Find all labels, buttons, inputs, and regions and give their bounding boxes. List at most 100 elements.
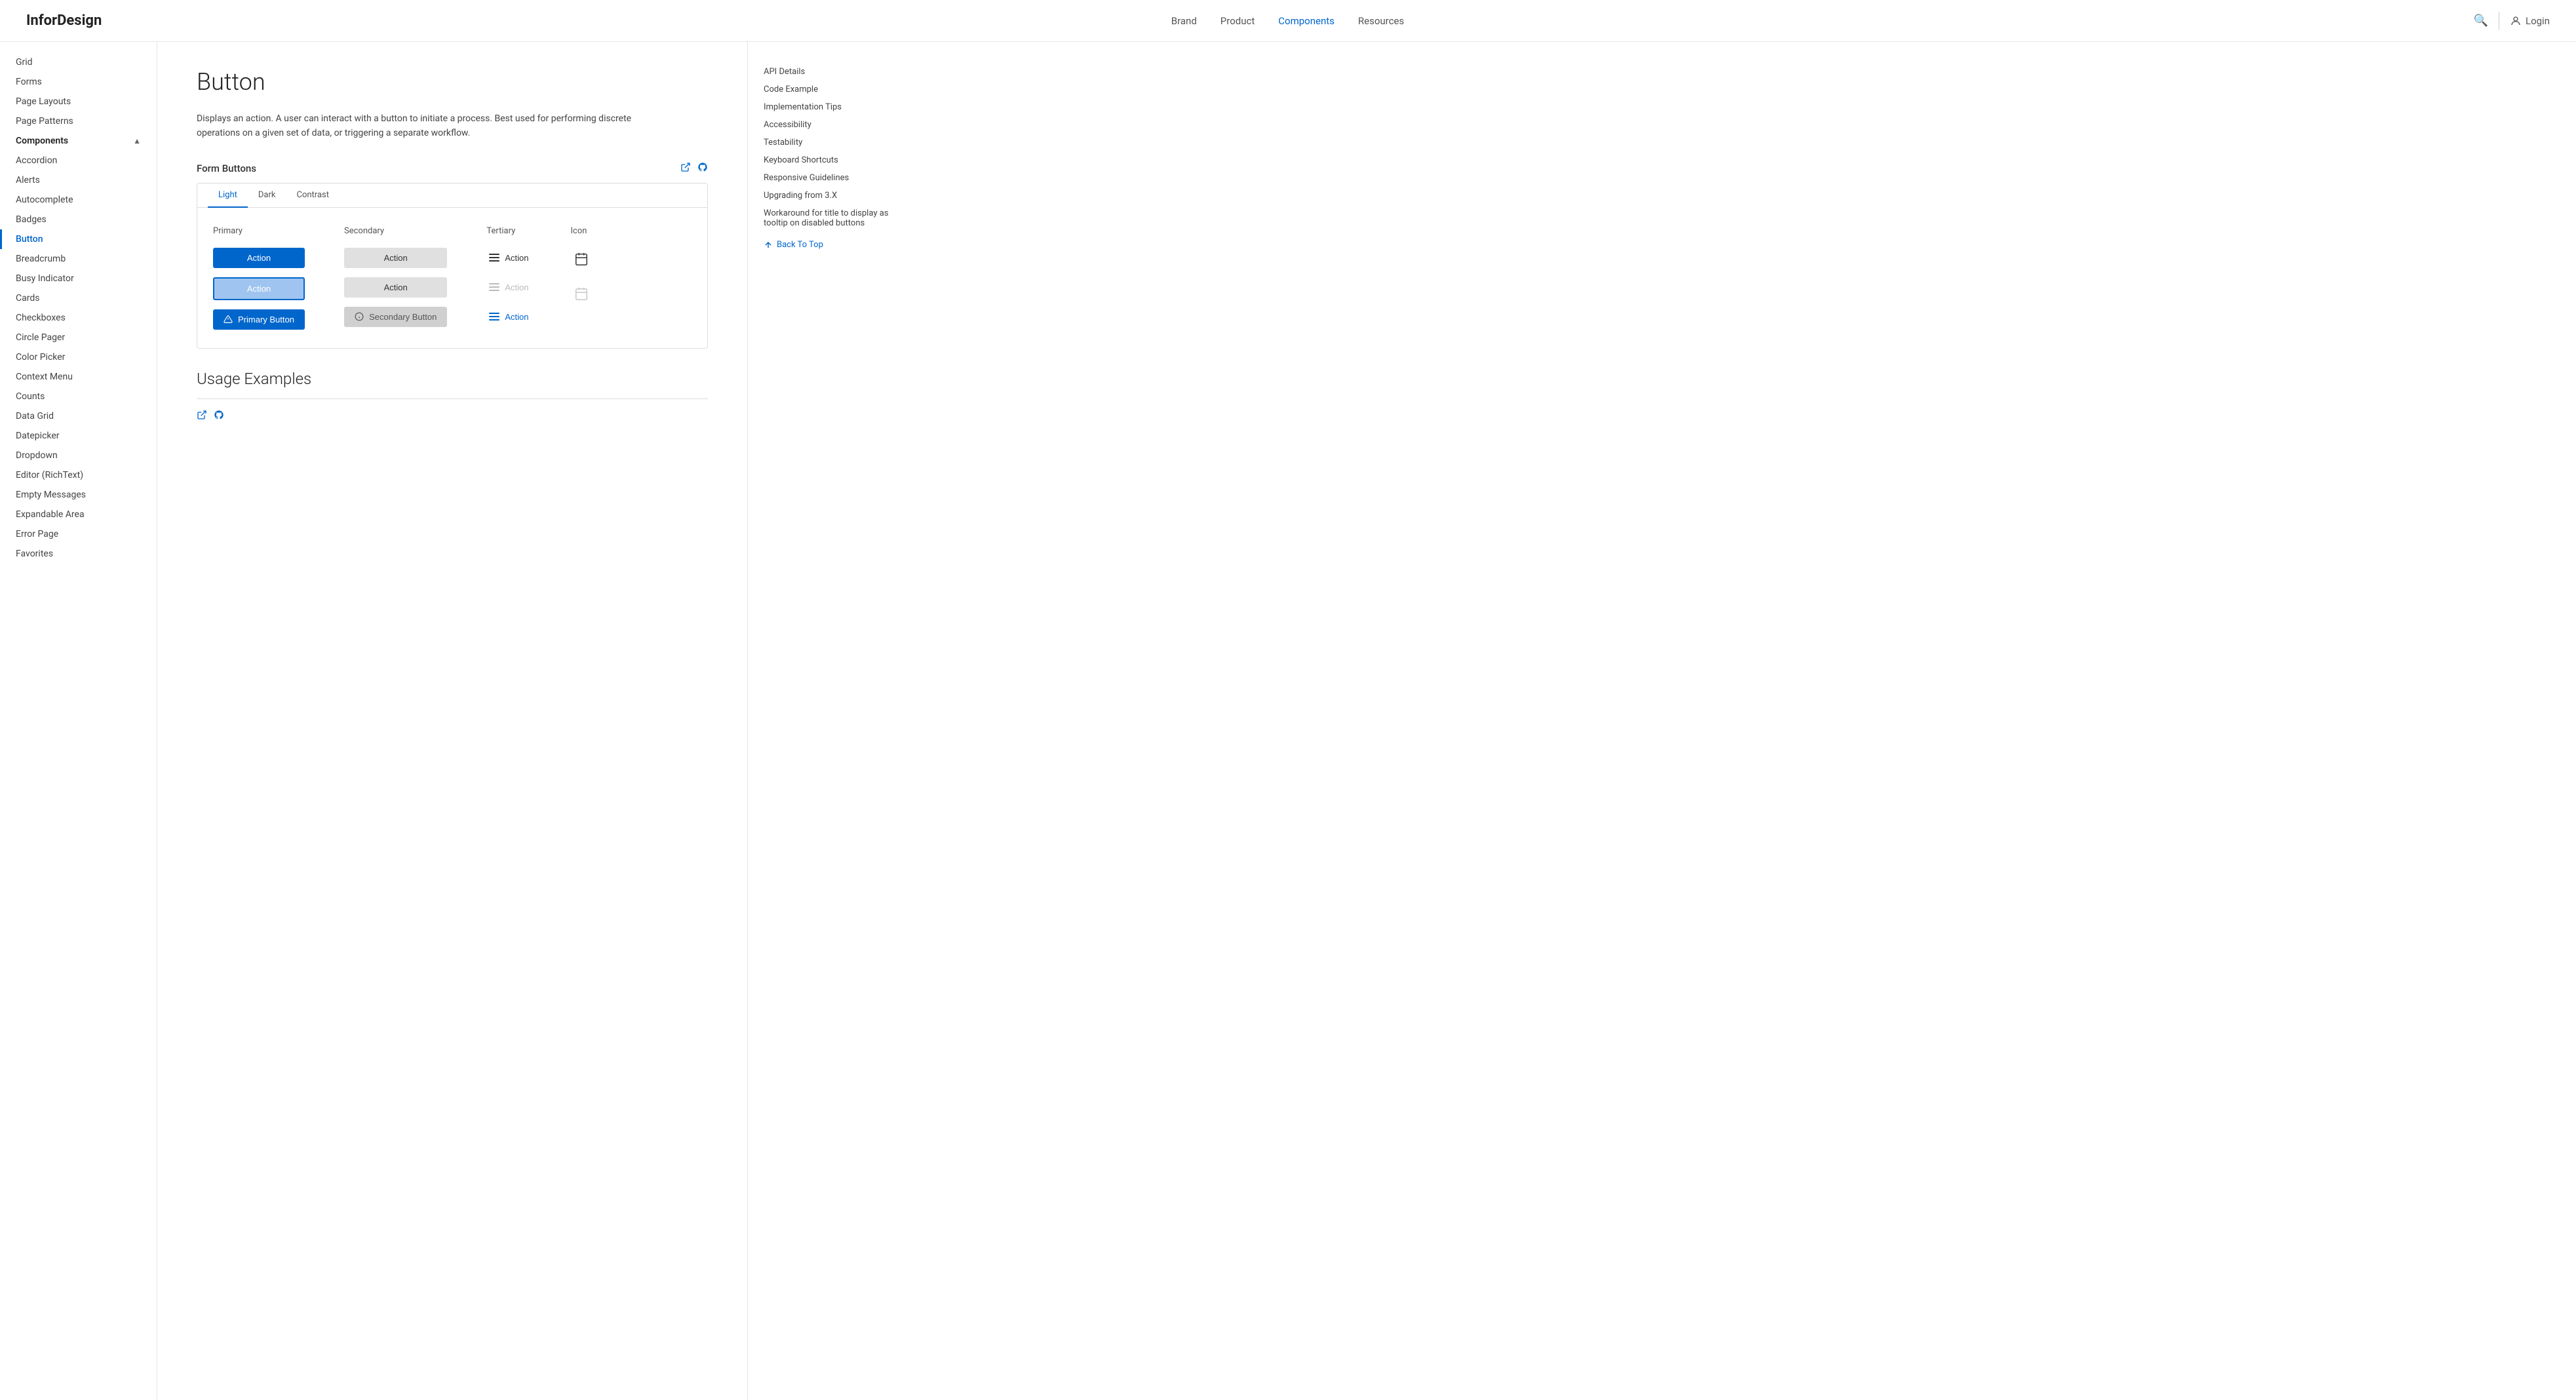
toc-workaround[interactable]: Workaround for title to display as toolt… [764,204,902,232]
tab-dark[interactable]: Dark [248,184,286,208]
sidebar-item-alerts[interactable]: Alerts [0,170,157,190]
hamburger-icon [489,254,499,262]
theme-tabs: Light Dark Contrast [197,184,707,208]
sidebar-item-expandable-area[interactable]: Expandable Area [0,505,157,524]
sidebar-item-error-page[interactable]: Error Page [0,524,157,544]
arrow-up-icon [764,241,773,250]
sidebar-item-cards[interactable]: Cards [0,288,157,308]
usage-external-link-icon[interactable] [197,410,207,423]
nav-product[interactable]: Product [1220,15,1255,27]
sidebar-item-busy-indicator[interactable]: Busy Indicator [0,269,157,288]
toc-implementation-tips[interactable]: Implementation Tips [764,98,902,116]
secondary-action-button-2[interactable]: Action [344,277,447,298]
primary-label: Primary [213,226,305,236]
calendar-icon [574,252,589,266]
secondary-icon-label: Secondary Button [369,312,437,322]
primary-action-button[interactable]: Action [213,248,305,268]
sidebar-item-grid[interactable]: Grid [0,52,157,72]
back-to-top-label: Back To Top [777,240,823,250]
sidebar-section-components[interactable]: Components ▲ [0,131,157,151]
login-label: Login [2526,15,2550,27]
toc-keyboard-shortcuts[interactable]: Keyboard Shortcuts [764,151,902,169]
tertiary-action-button[interactable]: Action [486,248,531,268]
header: InforDesign Brand Product Components Res… [0,0,2576,42]
button-columns: Primary Action Action Primary Button [213,226,692,330]
user-icon [2510,15,2522,27]
sidebar-item-breadcrumb[interactable]: Breadcrumb [0,249,157,269]
icon-calendar-disabled-button [570,282,593,308]
form-buttons-box: Light Dark Contrast Primary Action Actio… [197,183,708,349]
secondary-column: Secondary Action Action Secondary Button [344,226,447,327]
sidebar-item-page-layouts[interactable]: Page Layouts [0,92,157,111]
primary-busy-button[interactable]: Action [213,277,305,300]
primary-icon-button[interactable]: Primary Button [213,309,305,330]
sidebar-item-context-menu[interactable]: Context Menu [0,367,157,387]
section-action-icons [680,162,708,175]
toc-responsive-guidelines[interactable]: Responsive Guidelines [764,169,902,187]
sidebar-item-circle-pager[interactable]: Circle Pager [0,328,157,347]
tertiary-disabled-label: Action [505,282,528,292]
tertiary-active-label: Action [505,312,528,322]
tertiary-active-button[interactable]: Action [486,307,531,327]
search-icon[interactable]: 🔍 [2474,14,2488,28]
nav-components[interactable]: Components [1278,15,1335,27]
sidebar-item-data-grid[interactable]: Data Grid [0,406,157,426]
secondary-label: Secondary [344,226,447,236]
tertiary-disabled-button: Action [486,277,531,298]
toc-testability[interactable]: Testability [764,134,902,151]
primary-icon-label: Primary Button [238,315,294,324]
usage-action-icons [197,410,224,423]
header-right: 🔍 Login [2474,12,2550,30]
sidebar-item-accordion[interactable]: Accordion [0,151,157,170]
sidebar-section-label: Components [16,136,68,146]
tertiary-label-text: Action [505,253,528,263]
primary-column: Primary Action Action Primary Button [213,226,305,330]
nav-brand[interactable]: Brand [1171,15,1197,27]
login-button[interactable]: Login [2510,15,2550,27]
warning-icon [224,315,233,324]
toc-sidebar: API Details Code Example Implementation … [747,42,918,1400]
nav-resources[interactable]: Resources [1358,15,1404,27]
external-link-icon[interactable] [680,162,691,175]
toc-api-details[interactable]: API Details [764,63,902,81]
secondary-action-button[interactable]: Action [344,248,447,268]
sidebar-item-forms[interactable]: Forms [0,72,157,92]
secondary-icon-button[interactable]: Secondary Button [344,307,447,327]
toc-accessibility[interactable]: Accessibility [764,116,902,134]
sidebar-item-datepicker[interactable]: Datepicker [0,426,157,446]
logo-bold: Design [57,12,102,29]
sidebar-item-autocomplete[interactable]: Autocomplete [0,190,157,210]
hamburger-icon-disabled [489,283,499,291]
sidebar-item-page-patterns[interactable]: Page Patterns [0,111,157,131]
sidebar: Grid Forms Page Layouts Page Patterns Co… [0,42,157,1400]
sidebar-item-empty-messages[interactable]: Empty Messages [0,485,157,505]
sidebar-item-dropdown[interactable]: Dropdown [0,446,157,465]
form-buttons-header: Form Buttons [197,162,708,175]
logo-text: Infor [26,12,57,29]
sidebar-item-counts[interactable]: Counts [0,387,157,406]
sidebar-item-checkboxes[interactable]: Checkboxes [0,308,157,328]
icon-calendar-button[interactable] [570,248,593,273]
main-nav: Brand Product Components Resources [1171,15,1404,27]
toc-code-example[interactable]: Code Example [764,81,902,98]
logo[interactable]: InforDesign [26,12,102,29]
toc-upgrading[interactable]: Upgrading from 3.X [764,187,902,204]
sidebar-item-favorites[interactable]: Favorites [0,544,157,564]
back-to-top[interactable]: Back To Top [764,240,902,250]
usage-section-header [197,410,708,423]
usage-github-icon[interactable] [214,410,224,423]
icon-col-label: Icon [570,226,593,236]
icon-column: Icon [570,226,593,308]
page-title: Button [197,68,708,96]
calendar-disabled-icon [574,286,589,301]
sidebar-item-button[interactable]: Button [0,229,157,249]
sidebar-item-color-picker[interactable]: Color Picker [0,347,157,367]
tab-contrast[interactable]: Contrast [286,184,340,208]
form-buttons-title: Form Buttons [197,163,256,174]
sidebar-item-badges[interactable]: Badges [0,210,157,229]
github-icon[interactable] [697,162,708,175]
tab-light[interactable]: Light [208,184,248,208]
main-content: Button Displays an action. A user can in… [157,42,747,1400]
sidebar-item-editor[interactable]: Editor (RichText) [0,465,157,485]
page-layout: Grid Forms Page Layouts Page Patterns Co… [0,42,2576,1400]
